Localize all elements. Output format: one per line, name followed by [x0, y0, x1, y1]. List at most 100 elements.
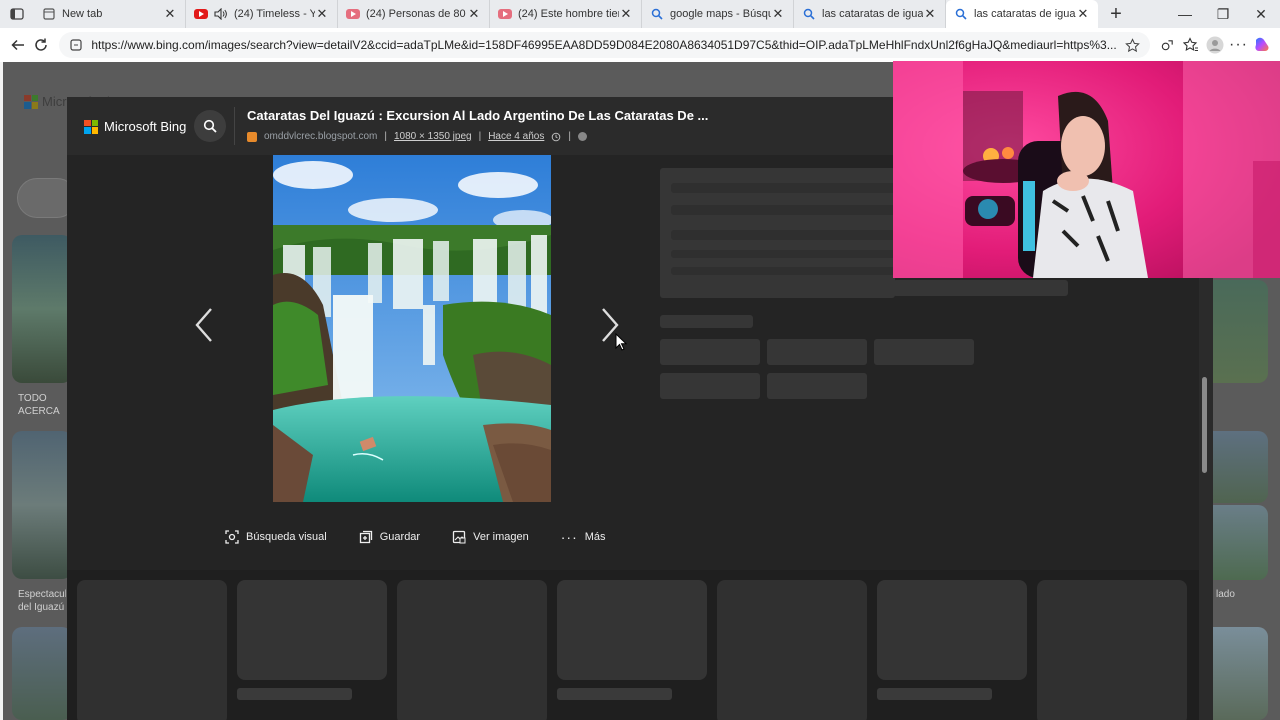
skeleton-line	[660, 315, 753, 328]
image-age-link[interactable]: Hace 4 años	[488, 131, 544, 142]
close-tab-icon[interactable]: ✕	[1076, 6, 1090, 22]
extensions-icon	[1161, 39, 1173, 50]
favorites-button[interactable]	[1179, 31, 1203, 59]
related-images-section	[67, 570, 1199, 720]
webcam-overlay	[893, 61, 1280, 278]
skeleton-chip	[767, 373, 867, 399]
history-icon	[552, 132, 561, 141]
settings-menu-button[interactable]: ···	[1227, 31, 1251, 59]
tab-youtube-hombre[interactable]: (24) Este hombre tiene ✕	[490, 0, 642, 28]
window-controls: — ❐ ✕	[1166, 0, 1280, 28]
youtube-icon	[498, 7, 512, 21]
meta-separator: |	[478, 131, 482, 142]
more-icon: ···	[560, 529, 578, 545]
meta-separator: |	[384, 131, 387, 142]
plus-icon: +	[1110, 2, 1122, 25]
newtab-icon	[42, 7, 56, 21]
modal-scrollbar[interactable]	[1202, 377, 1207, 473]
view-image-icon	[452, 530, 466, 544]
info-icon[interactable]	[577, 132, 587, 141]
tab-google-maps[interactable]: google maps - Búsqueda ✕	[642, 0, 794, 28]
view-image-button[interactable]: Ver imagen	[452, 529, 529, 545]
tab-youtube-timeless[interactable]: (24) Timeless - YouTube ✕	[186, 0, 338, 28]
action-label: Más	[584, 531, 606, 543]
waterfall-image[interactable]	[273, 155, 551, 502]
result-thumbnail[interactable]	[12, 627, 72, 720]
back-button[interactable]	[6, 31, 30, 59]
favorites-icon	[1183, 37, 1199, 52]
result-thumbnail[interactable]	[1213, 280, 1268, 383]
source-favicon-icon	[247, 131, 257, 142]
close-tab-icon[interactable]: ✕	[315, 6, 329, 22]
image-meta: omddvlcrec.blogspot.com | 1080 × 1350 jp…	[247, 131, 587, 142]
related-image-card[interactable]	[877, 580, 1027, 680]
copilot-button[interactable]	[1250, 31, 1274, 59]
action-label: Guardar	[379, 531, 421, 543]
action-label: Búsqueda visual	[246, 531, 327, 543]
site-info-icon[interactable]	[69, 38, 83, 52]
browser-window: New tab ✕ (24) Timeless - YouTube ✕ (24)…	[0, 0, 1280, 720]
header-divider	[234, 107, 235, 145]
profile-button[interactable]	[1203, 31, 1227, 59]
visual-search-button[interactable]: Búsqueda visual	[225, 529, 327, 545]
close-tab-icon[interactable]: ✕	[923, 6, 937, 22]
save-icon	[359, 530, 372, 544]
tab-cataratas-1[interactable]: las cataratas de iguazú ✕	[794, 0, 946, 28]
image-source-link[interactable]: omddvlcrec.blogspot.com	[264, 131, 377, 142]
related-image-card[interactable]	[397, 580, 547, 720]
restore-icon[interactable]: ❐	[1204, 0, 1242, 28]
related-image-card[interactable]	[557, 580, 707, 680]
result-thumbnail[interactable]	[1213, 505, 1268, 580]
more-button[interactable]: ··· Más	[561, 529, 606, 545]
save-button[interactable]: Guardar	[359, 529, 420, 545]
skeleton-chip	[767, 339, 867, 365]
result-thumbnail[interactable]	[12, 431, 72, 579]
result-thumbnail[interactable]	[1213, 627, 1268, 720]
related-image-card[interactable]	[237, 580, 387, 680]
result-thumbnail[interactable]	[12, 235, 72, 383]
image-title[interactable]: Cataratas Del Iguazú : Excursion Al Lado…	[247, 108, 708, 123]
minimize-icon[interactable]: —	[1166, 0, 1204, 28]
skeleton-chip	[874, 339, 974, 365]
skeleton-line	[671, 250, 895, 258]
microsoft-logo-icon	[84, 119, 98, 134]
previous-image-button[interactable]	[189, 305, 219, 345]
related-image-card[interactable]	[717, 580, 867, 720]
favorite-star-icon[interactable]	[1124, 37, 1140, 53]
close-tab-icon[interactable]: ✕	[619, 6, 633, 22]
close-window-icon[interactable]: ✕	[1242, 0, 1280, 28]
skeleton-line	[671, 183, 895, 193]
extensions-button[interactable]	[1156, 31, 1180, 59]
result-thumbnail[interactable]	[1213, 431, 1268, 503]
modal-search-button[interactable]	[194, 110, 226, 142]
tab-new-tab[interactable]: New tab ✕	[34, 0, 186, 28]
image-dimensions-link[interactable]: 1080 × 1350 jpeg	[394, 131, 472, 142]
new-tab-button[interactable]: +	[1098, 0, 1134, 28]
skeleton-line	[557, 688, 672, 700]
related-image-card[interactable]	[1037, 580, 1187, 720]
skeleton-line	[237, 688, 352, 700]
result-caption: Espectacular del Iguazú	[18, 589, 66, 613]
search-icon	[954, 7, 968, 21]
skeleton-line	[671, 267, 895, 275]
browser-toolbar: https://www.bing.com/images/search?view=…	[0, 28, 1280, 62]
skeleton-line	[877, 688, 992, 700]
tab-title: New tab	[62, 8, 103, 20]
address-bar[interactable]: https://www.bing.com/images/search?view=…	[59, 32, 1150, 58]
close-tab-icon[interactable]: ✕	[467, 6, 481, 22]
related-image-card[interactable]	[77, 580, 227, 720]
tab-cataratas-active[interactable]: las cataratas de iguazú ✕	[946, 0, 1098, 28]
audio-playing-icon[interactable]	[214, 7, 228, 21]
mouse-cursor-icon	[615, 333, 627, 351]
tab-youtube-personas[interactable]: (24) Personas de 80 Años ✕	[338, 0, 490, 28]
tab-actions-button[interactable]	[0, 0, 34, 28]
avatar-icon	[1206, 36, 1224, 54]
skeleton-chip	[660, 339, 760, 365]
close-tab-icon[interactable]: ✕	[771, 6, 785, 22]
bing-logo[interactable]: Microsoft Bing	[84, 119, 186, 134]
chevron-left-icon	[195, 308, 212, 342]
reload-button[interactable]	[30, 31, 54, 59]
tab-title: las cataratas de iguazú	[822, 8, 923, 20]
skeleton-chip	[660, 373, 760, 399]
close-tab-icon[interactable]: ✕	[163, 6, 177, 22]
